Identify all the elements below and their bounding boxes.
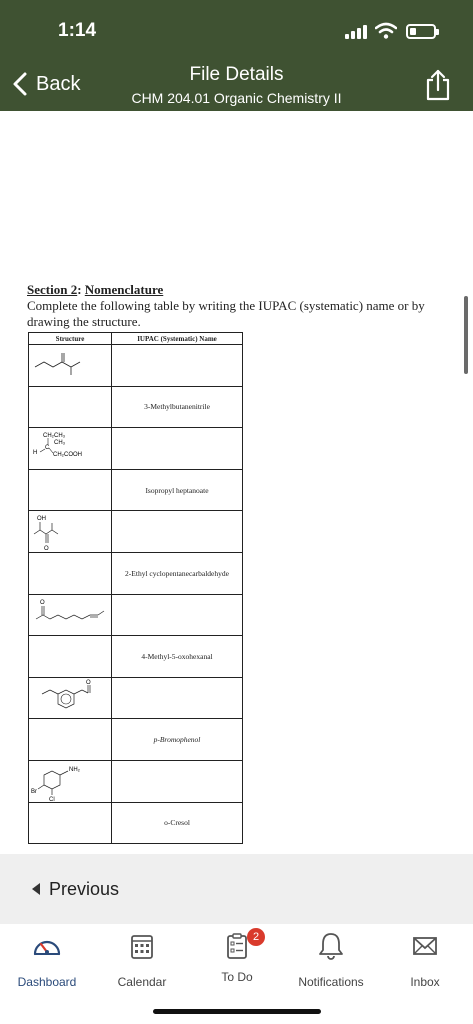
- wifi-icon: [375, 22, 397, 39]
- table-row: Isopropyl heptanoate: [28, 468, 243, 512]
- tab-calendar[interactable]: Calendar: [97, 930, 187, 989]
- structure-cell: NH₂ Br Cl: [28, 759, 112, 803]
- table-row: CH₂CH₃ CH₃ H C CH₂COOH: [28, 427, 243, 470]
- name-cell: [111, 676, 243, 720]
- tab-label: Calendar: [117, 975, 167, 989]
- table-row: [28, 344, 243, 387]
- hydroxy-ketone-structure: OH O: [33, 516, 59, 552]
- status-time: 1:14: [58, 20, 97, 41]
- previous-button[interactable]: Previous: [32, 877, 119, 901]
- document-scrollbar[interactable]: [464, 296, 468, 374]
- name-cell: p-Bromophenol: [111, 718, 243, 761]
- column-header-iupac-name: IUPAC (Systematic) Name: [111, 332, 243, 345]
- section-colon: :: [77, 282, 85, 297]
- home-indicator[interactable]: [153, 1009, 321, 1014]
- column-header-structure: Structure: [28, 332, 112, 345]
- structure-label: OH: [37, 516, 46, 522]
- bell-icon: [319, 933, 343, 960]
- tab-label: Inbox: [410, 975, 440, 989]
- structure-label: CH₂CH₃: [43, 433, 66, 439]
- table-row: 2-Ethyl cyclopentanecarbaldehyde: [28, 551, 243, 595]
- structure-label: CH₃: [54, 440, 66, 446]
- structure-label: NH₂: [69, 767, 81, 773]
- structure-cell: [28, 801, 112, 845]
- structure-label: O: [86, 680, 91, 686]
- structure-cell: O: [28, 676, 112, 720]
- app-header: 1:14 Back File Details CHM 204.01 Organi…: [0, 0, 473, 111]
- dashboard-icon: [33, 940, 61, 956]
- name-cell: 2-Ethyl cyclopentanecarbaldehyde: [111, 551, 243, 595]
- aryl-ketone-structure: O: [41, 680, 91, 709]
- structure-cell: [28, 718, 112, 761]
- previous-label: Previous: [49, 878, 120, 899]
- structure-cell: [28, 468, 112, 512]
- cellular-signal-icon: [345, 25, 367, 39]
- structure-label: O: [40, 600, 45, 606]
- branched-acid-structure: CH₂CH₃ CH₃ H C CH₂COOH: [33, 433, 82, 458]
- inbox-icon: [413, 937, 437, 955]
- todo-count-badge: 2: [247, 928, 265, 946]
- table-row: O: [28, 676, 243, 720]
- name-cell: 4-Methyl-5-oxohexanal: [111, 635, 243, 678]
- section-title: Nomenclature: [84, 282, 164, 297]
- name-cell: 3-Methylbutanenitrile: [111, 385, 243, 429]
- structure-label: H: [33, 450, 37, 456]
- structure-cell: [28, 344, 112, 387]
- tab-notifications[interactable]: Notifications: [286, 930, 376, 989]
- structure-label: Br: [31, 789, 37, 795]
- instructions-text: Complete the following table by writing …: [27, 298, 425, 329]
- structure-label: CH₂COOH: [53, 452, 82, 458]
- tab-label: Dashboard: [17, 975, 77, 989]
- name-cell: [111, 593, 243, 637]
- name-cell: [111, 427, 243, 470]
- calendar-icon: [131, 935, 153, 959]
- table-row: O: [28, 593, 243, 637]
- name-cell: [111, 759, 243, 803]
- nomenclature-table: Structure IUPAC (Systematic) Name 3-Meth…: [28, 332, 243, 845]
- table-row: NH₂ Br Cl: [28, 759, 243, 803]
- name-cell: [111, 510, 243, 553]
- section-heading: Section 2: Nomenclature: [27, 282, 163, 298]
- enone-chain-structure: O: [35, 600, 105, 620]
- structure-cell: [28, 551, 112, 595]
- page-title: File Details: [189, 64, 284, 85]
- name-cell: o-Cresol: [111, 801, 243, 845]
- battery-icon: [406, 24, 439, 39]
- structure-cell: OH O: [28, 510, 112, 553]
- triangle-left-icon: [32, 883, 40, 895]
- course-subtitle: CHM 204.01 Organic Chemistry II: [131, 90, 342, 106]
- tab-inbox[interactable]: Inbox: [380, 930, 470, 989]
- table-row: 3-Methylbutanenitrile: [28, 385, 243, 429]
- structure-label: O: [44, 546, 49, 552]
- tab-label: Notifications: [298, 975, 364, 989]
- structure-cell: [28, 385, 112, 429]
- amide-structure: [34, 353, 81, 376]
- structure-cell: [28, 635, 112, 678]
- substituted-aniline-structure: NH₂ Br Cl: [31, 767, 81, 801]
- tab-to-do[interactable]: 2 To Do: [192, 928, 282, 984]
- tab-label: To Do: [221, 970, 253, 984]
- table-row: p-Bromophenol: [28, 718, 243, 761]
- section-prefix: Section 2: [27, 282, 78, 297]
- table-row: o-Cresol: [28, 801, 243, 845]
- table-row: 4-Methyl-5-oxohexanal: [28, 635, 243, 678]
- structure-cell: O: [28, 593, 112, 637]
- name-cell: [111, 344, 243, 387]
- share-icon[interactable]: [422, 68, 454, 102]
- name-cell: Isopropyl heptanoate: [111, 468, 243, 512]
- todo-icon-wrap: 2: [219, 928, 265, 962]
- table-row: OH O: [28, 510, 243, 553]
- table-header-row: Structure IUPAC (Systematic) Name: [28, 332, 243, 345]
- structure-cell: CH₂CH₃ CH₃ H C CH₂COOH: [28, 427, 112, 470]
- structure-label: Cl: [49, 797, 55, 801]
- tab-dashboard[interactable]: Dashboard: [2, 930, 92, 989]
